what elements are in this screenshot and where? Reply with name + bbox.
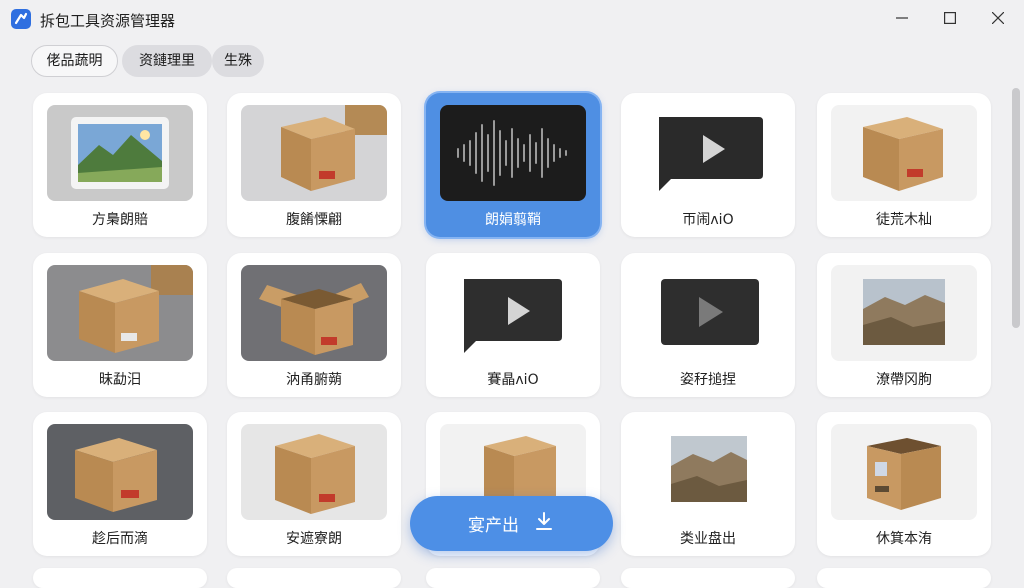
- landscape-photo-thumbnail: [831, 265, 977, 361]
- download-icon: [533, 510, 555, 537]
- asset-card[interactable]: 休箕本洧: [817, 412, 991, 556]
- open-cardboard-box-thumbnail: [831, 424, 977, 520]
- video-play-thumbnail: [635, 265, 781, 361]
- landscape-photo-thumbnail: [635, 424, 781, 520]
- asset-card[interactable]: 类业盘出: [621, 412, 795, 556]
- asset-label: 帀闹ʌiO: [682, 212, 734, 228]
- asset-card[interactable]: 姿秄搥捏: [621, 253, 795, 397]
- asset-card[interactable]: 昧勐汨: [33, 253, 207, 397]
- asset-card[interactable]: 潦帶冈朐: [817, 253, 991, 397]
- asset-label: 趁后而滴: [92, 531, 148, 547]
- asset-card[interactable]: [621, 568, 795, 588]
- asset-card[interactable]: [227, 568, 401, 588]
- asset-label: 昧勐汨: [99, 372, 141, 388]
- asset-label: 腹餚慄翩: [286, 212, 342, 228]
- asset-card[interactable]: [817, 568, 991, 588]
- export-button[interactable]: 宴产出: [410, 496, 613, 551]
- asset-card[interactable]: 賽晶ʌiO: [426, 253, 600, 397]
- asset-label: 类业盘出: [680, 531, 736, 547]
- asset-label: 徒荒木杣: [876, 212, 932, 228]
- cardboard-box-thumbnail: [47, 265, 193, 361]
- asset-card[interactable]: 安遮寮朗: [227, 412, 401, 556]
- cardboard-box-thumbnail: [241, 424, 387, 520]
- landscape-photo-frame-thumbnail: [47, 105, 193, 201]
- asset-card[interactable]: 腹餚慄翩: [227, 93, 401, 237]
- export-button-label: 宴产出: [468, 516, 519, 536]
- open-cardboard-box-thumbnail: [241, 265, 387, 361]
- asset-label: 方梟朗賠: [92, 212, 148, 228]
- asset-label: 潦帶冈朐: [876, 372, 932, 388]
- asset-label: 賽晶ʌiO: [487, 372, 539, 388]
- vertical-scrollbar[interactable]: [1012, 88, 1020, 328]
- video-play-thumbnail: [635, 105, 781, 201]
- asset-card[interactable]: 汭甬腑蒴: [227, 253, 401, 397]
- audio-waveform-thumbnail: [440, 105, 586, 201]
- asset-card[interactable]: 方梟朗賠: [33, 93, 207, 237]
- asset-card[interactable]: 徒荒木杣: [817, 93, 991, 237]
- asset-card[interactable]: [33, 568, 207, 588]
- cardboard-box-thumbnail: [831, 105, 977, 201]
- asset-card[interactable]: [426, 568, 600, 588]
- asset-label: 朗娟翦鞘: [485, 212, 541, 228]
- asset-card[interactable]: 朗娟翦鞘: [426, 93, 600, 237]
- asset-label: 休箕本洧: [876, 531, 932, 547]
- video-play-thumbnail: [440, 265, 586, 361]
- cardboard-box-thumbnail: [47, 424, 193, 520]
- asset-label: 姿秄搥捏: [680, 372, 736, 388]
- asset-label: 安遮寮朗: [286, 531, 342, 547]
- cardboard-box-thumbnail: [241, 105, 387, 201]
- asset-label: 汭甬腑蒴: [286, 372, 342, 388]
- asset-grid: 方梟朗賠 腹餚慄翩 朗娟翦鞘 帀闹ʌiO 徒荒木杣 昧勐汨 汭甬腑蒴 賽晶ʌiO…: [0, 0, 1010, 588]
- asset-card[interactable]: 趁后而滴: [33, 412, 207, 556]
- asset-card[interactable]: 帀闹ʌiO: [621, 93, 795, 237]
